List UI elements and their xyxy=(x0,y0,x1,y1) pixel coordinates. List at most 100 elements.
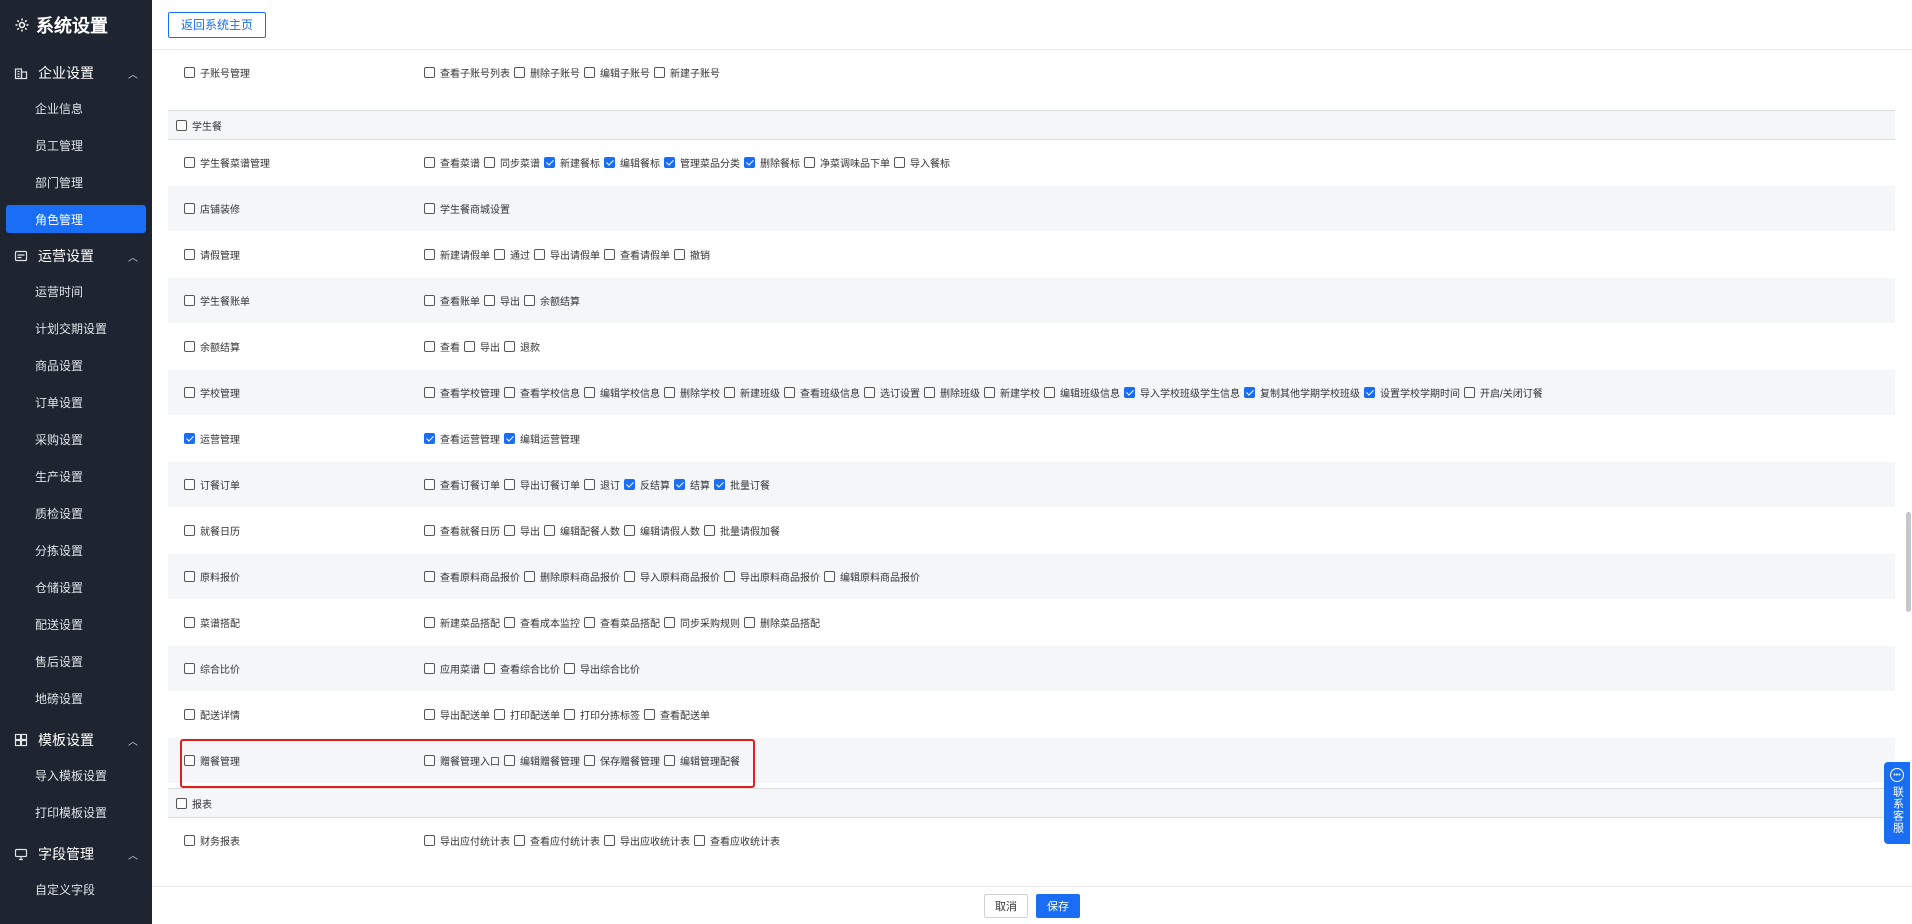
permission-checkbox[interactable] xyxy=(654,67,665,78)
permission-checkbox[interactable] xyxy=(504,433,515,444)
sidebar-item[interactable]: 计划交期设置 xyxy=(0,310,152,347)
sidebar-item[interactable]: 部门管理 xyxy=(0,164,152,201)
permission-item[interactable]: 查看综合比价 xyxy=(484,661,560,676)
permission-group[interactable]: 学校管理 xyxy=(168,385,424,400)
permission-item[interactable]: 复制其他学期学校班级 xyxy=(1244,385,1360,400)
permission-group[interactable]: 余额结算 xyxy=(168,339,424,354)
permission-checkbox[interactable] xyxy=(424,525,435,536)
permission-checkbox[interactable] xyxy=(424,67,435,78)
permission-item[interactable]: 查看学校管理 xyxy=(424,385,500,400)
permission-item[interactable]: 编辑请假人数 xyxy=(624,523,700,538)
group-checkbox[interactable] xyxy=(184,709,195,720)
permission-checkbox[interactable] xyxy=(604,157,615,168)
permission-checkbox[interactable] xyxy=(694,835,705,846)
permission-item[interactable]: 编辑班级信息 xyxy=(1044,385,1120,400)
permission-item[interactable]: 新建子账号 xyxy=(654,65,720,80)
permission-item[interactable]: 开启/关闭订餐 xyxy=(1464,385,1543,400)
permission-group[interactable]: 财务报表 xyxy=(168,833,424,848)
permission-checkbox[interactable] xyxy=(514,835,525,846)
permission-checkbox[interactable] xyxy=(504,755,515,766)
permission-item[interactable]: 同步菜谱 xyxy=(484,155,540,170)
permission-checkbox[interactable] xyxy=(784,387,795,398)
permission-item[interactable]: 赠餐管理入口 xyxy=(424,753,500,768)
sidebar-item[interactable]: 企业信息 xyxy=(0,90,152,127)
permission-checkbox[interactable] xyxy=(534,249,545,260)
sidebar-item[interactable]: 角色管理 xyxy=(6,205,146,233)
permission-checkbox[interactable] xyxy=(714,479,725,490)
permission-item[interactable]: 查看学校信息 xyxy=(504,385,580,400)
sidebar-item[interactable]: 售后设置 xyxy=(0,643,152,680)
permission-checkbox[interactable] xyxy=(564,709,575,720)
permission-item[interactable]: 查看就餐日历 xyxy=(424,523,500,538)
group-checkbox[interactable] xyxy=(184,295,195,306)
permission-checkbox[interactable] xyxy=(514,67,525,78)
permission-group[interactable]: 学生餐账单 xyxy=(168,293,424,308)
permission-item[interactable]: 编辑管理配餐 xyxy=(664,753,740,768)
permission-item[interactable]: 导入餐标 xyxy=(894,155,950,170)
permission-item[interactable]: 退款 xyxy=(504,339,540,354)
group-checkbox[interactable] xyxy=(184,203,195,214)
permission-item[interactable]: 删除子账号 xyxy=(514,65,580,80)
group-checkbox[interactable] xyxy=(184,525,195,536)
permission-item[interactable]: 撤销 xyxy=(674,247,710,262)
permission-group[interactable]: 运营管理 xyxy=(168,431,424,446)
group-checkbox[interactable] xyxy=(184,835,195,846)
permission-item[interactable]: 查看 xyxy=(424,339,460,354)
sidebar-item[interactable]: 质检设置 xyxy=(0,495,152,532)
group-checkbox[interactable] xyxy=(184,663,195,674)
permission-checkbox[interactable] xyxy=(424,479,435,490)
permission-checkbox[interactable] xyxy=(504,387,515,398)
permission-checkbox[interactable] xyxy=(424,571,435,582)
sidebar-group-header[interactable]: 模板设置 ︿ xyxy=(0,723,152,757)
permission-checkbox[interactable] xyxy=(604,249,615,260)
permission-group[interactable]: 订餐订单 xyxy=(168,477,424,492)
permission-item[interactable]: 新建菜品搭配 xyxy=(424,615,500,630)
permission-item[interactable]: 保存赠餐管理 xyxy=(584,753,660,768)
permission-item[interactable]: 查看子账号列表 xyxy=(424,65,510,80)
permission-item[interactable]: 查看成本监控 xyxy=(504,615,580,630)
section-header-report[interactable]: 报表 xyxy=(168,788,1895,818)
permission-checkbox[interactable] xyxy=(544,525,555,536)
permission-group[interactable]: 店铺装修 xyxy=(168,201,424,216)
permission-checkbox[interactable] xyxy=(464,341,475,352)
permission-checkbox[interactable] xyxy=(484,295,495,306)
sidebar-item[interactable]: 采购设置 xyxy=(0,421,152,458)
permission-checkbox[interactable] xyxy=(624,479,635,490)
permission-item[interactable]: 编辑子账号 xyxy=(584,65,650,80)
permission-checkbox[interactable] xyxy=(924,387,935,398)
permission-checkbox[interactable] xyxy=(424,387,435,398)
permission-item[interactable]: 批量请假加餐 xyxy=(704,523,780,538)
permission-item[interactable]: 查看订餐订单 xyxy=(424,477,500,492)
section-header-student[interactable]: 学生餐 xyxy=(168,110,1895,140)
permission-item[interactable]: 打印分拣标签 xyxy=(564,707,640,722)
permission-checkbox[interactable] xyxy=(664,755,675,766)
permission-item[interactable]: 学生餐商城设置 xyxy=(424,201,510,216)
permission-item[interactable]: 删除菜品搭配 xyxy=(744,615,820,630)
sidebar-item[interactable]: 地磅设置 xyxy=(0,680,152,717)
sidebar-item[interactable]: 导入模板设置 xyxy=(0,757,152,794)
permission-checkbox[interactable] xyxy=(664,387,675,398)
permission-checkbox[interactable] xyxy=(544,157,555,168)
permission-checkbox[interactable] xyxy=(524,295,535,306)
permission-item[interactable]: 导出综合比价 xyxy=(564,661,640,676)
section-checkbox[interactable] xyxy=(176,797,187,809)
group-checkbox[interactable] xyxy=(184,157,195,168)
permission-item[interactable]: 应用菜谱 xyxy=(424,661,480,676)
permission-checkbox[interactable] xyxy=(424,755,435,766)
permission-checkbox[interactable] xyxy=(894,157,905,168)
permission-checkbox[interactable] xyxy=(584,755,595,766)
permission-checkbox[interactable] xyxy=(424,295,435,306)
permission-checkbox[interactable] xyxy=(704,525,715,536)
permission-checkbox[interactable] xyxy=(1244,387,1255,398)
permission-checkbox[interactable] xyxy=(664,157,675,168)
permission-checkbox[interactable] xyxy=(674,479,685,490)
group-checkbox[interactable] xyxy=(184,249,195,260)
permission-checkbox[interactable] xyxy=(504,617,515,628)
permission-checkbox[interactable] xyxy=(824,571,835,582)
group-checkbox[interactable] xyxy=(184,67,195,78)
permission-checkbox[interactable] xyxy=(984,387,995,398)
sidebar-item[interactable]: 仓储设置 xyxy=(0,569,152,606)
group-checkbox[interactable] xyxy=(184,387,195,398)
permission-checkbox[interactable] xyxy=(424,249,435,260)
permission-item[interactable]: 查看应收统计表 xyxy=(694,833,780,848)
